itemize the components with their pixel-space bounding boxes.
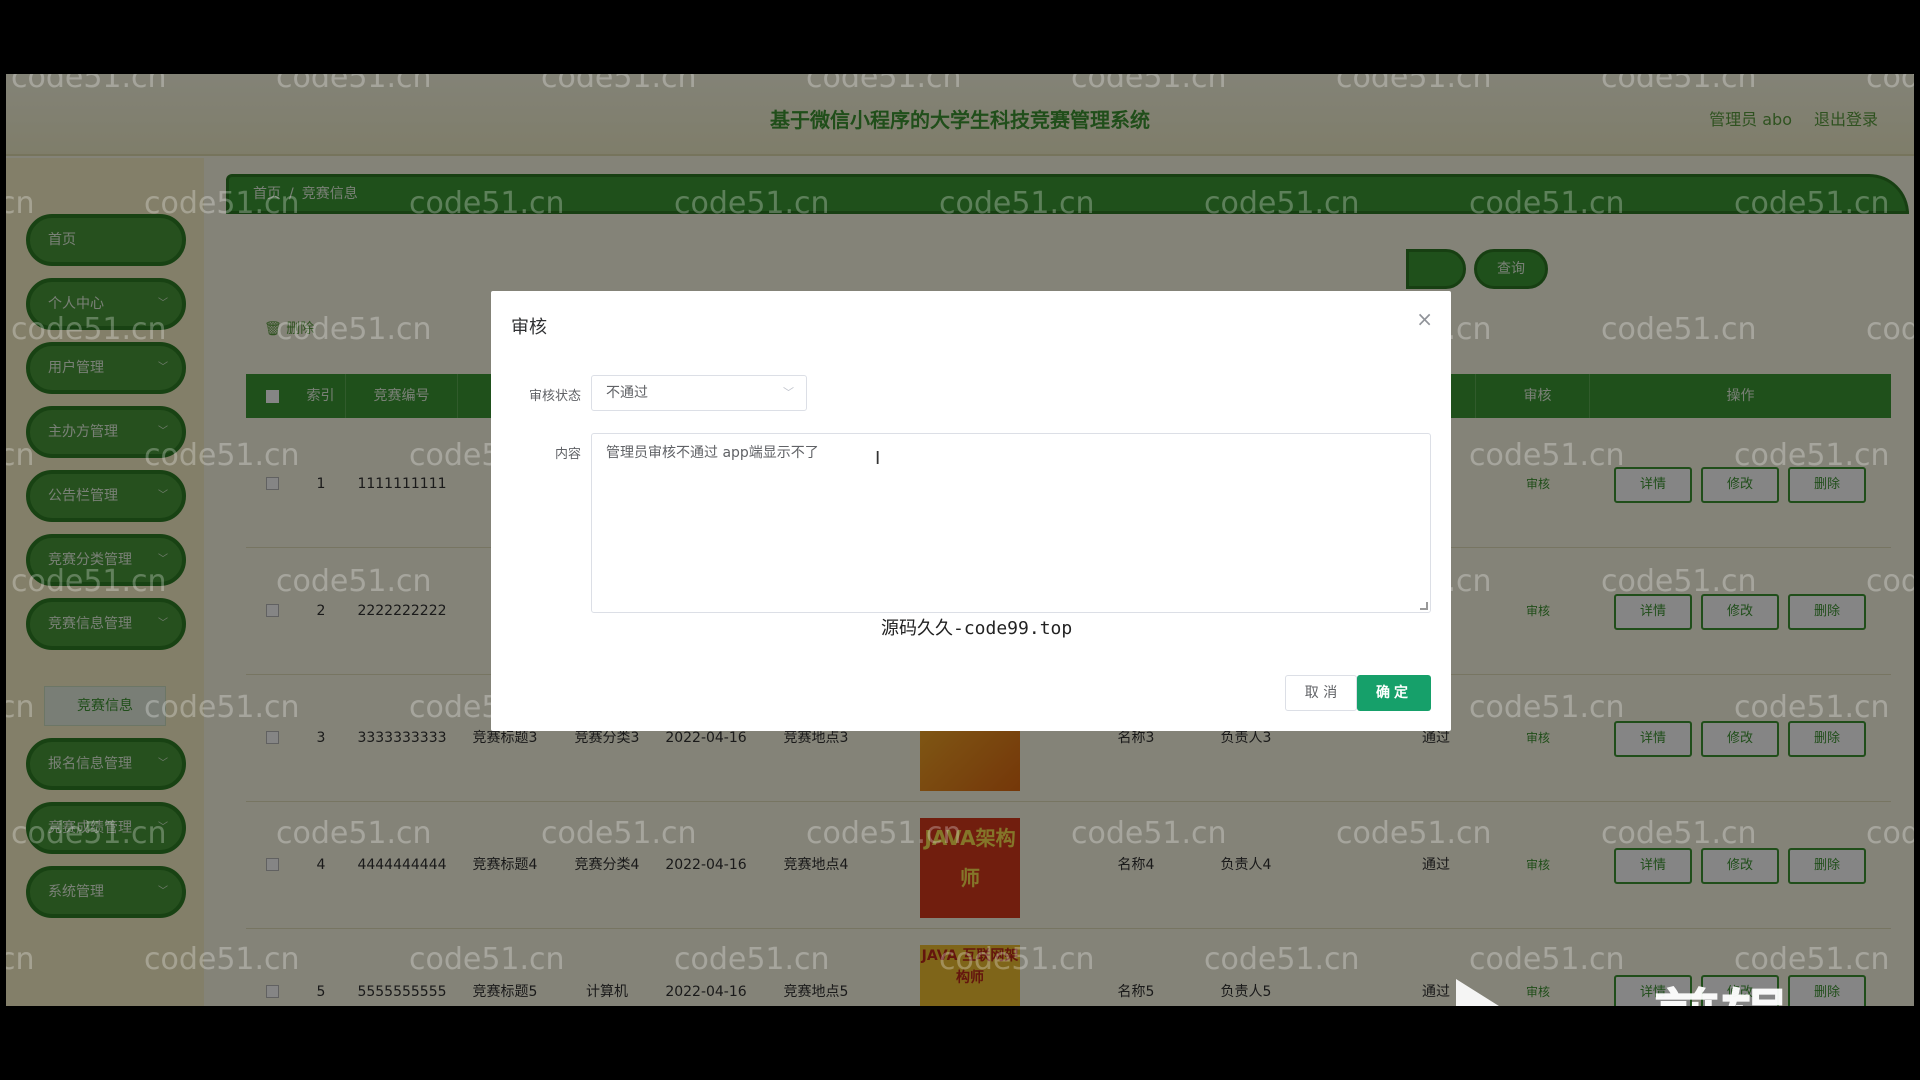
watermark-text: code51.cn	[1204, 186, 1360, 221]
watermark-text: code51.cn	[1866, 312, 1914, 347]
watermark-text: code51.cn	[144, 690, 300, 725]
watermark-text: code51.cn	[806, 74, 962, 95]
watermark-text: code51.cn	[6, 438, 35, 473]
watermark-text: code51.cn	[674, 186, 830, 221]
watermark-text: code51.cn	[276, 74, 432, 95]
watermark-text: code51.cn	[409, 942, 565, 977]
watermark-text: code51.cn	[144, 438, 300, 473]
watermark-text: code51.cn	[1734, 942, 1890, 977]
watermark-text: code51.cn	[11, 312, 167, 347]
watermark-text: code51.cn	[11, 564, 167, 599]
watermark-text: code51.cn	[1071, 816, 1227, 851]
watermark-text: code51.cn	[1071, 74, 1227, 95]
watermark-text: code51.cn	[11, 74, 167, 95]
play-icon	[1456, 979, 1526, 1006]
close-icon[interactable]: ×	[1416, 307, 1433, 331]
watermark-text: code51.cn	[1336, 816, 1492, 851]
audit-status-select[interactable]: 不通过 ﹀	[591, 375, 807, 411]
watermark-text: code51.cn	[806, 816, 962, 851]
content-text: 管理员审核不通过 app端显示不了	[606, 445, 819, 461]
ev-logo-text: ev剪辑	[1562, 979, 1788, 1006]
watermark-text: code51.cn	[1734, 438, 1890, 473]
watermark-text: code51.cn	[144, 942, 300, 977]
audit-status-label: 审核状态	[528, 389, 581, 404]
watermark-text: code51.cn	[1601, 564, 1757, 599]
watermark-text: code51.cn	[276, 312, 432, 347]
watermark-text: code51.cn	[1866, 74, 1914, 95]
text-cursor-icon: I	[875, 448, 881, 469]
watermark-text: code51.cn	[144, 186, 300, 221]
watermark-text: code51.cn	[1469, 438, 1625, 473]
audit-status-value: 不通过	[606, 385, 648, 401]
content-label: 内容	[554, 447, 581, 462]
chevron-down-icon: ﹀	[783, 386, 794, 399]
watermark-text: code51.cn	[1734, 186, 1890, 221]
dialog-title: 审核	[511, 317, 547, 338]
audit-dialog: 审核 × 审核状态 不通过 ﹀ 内容 管理员审核不通过 app端显示不了 I 源…	[491, 291, 1451, 731]
watermark-text: code51.cn	[276, 564, 432, 599]
watermark-text: code51.cn	[1601, 74, 1757, 95]
watermark-text: code51.cn	[409, 186, 565, 221]
watermark-text: code51.cn	[1601, 312, 1757, 347]
watermark-text: code51.cn	[1601, 816, 1757, 851]
watermark-text: code51.cn	[6, 186, 35, 221]
watermark-text: code51.cn	[6, 690, 35, 725]
watermark-text: code51.cn	[6, 942, 35, 977]
content-textarea[interactable]: 管理员审核不通过 app端显示不了	[591, 433, 1431, 613]
watermark-text: code51.cn	[276, 816, 432, 851]
admin-app: 基于微信小程序的大学生科技竞赛管理系统 管理员 abo 退出登录 首页 个人中心…	[6, 74, 1914, 1006]
watermark-text: code51.cn	[541, 74, 697, 95]
watermark-text: code51.cn	[1469, 186, 1625, 221]
ev-editor-logo: ev剪辑	[1456, 979, 1836, 1006]
watermark-text: code51.cn	[1866, 816, 1914, 851]
video-frame: 基于微信小程序的大学生科技竞赛管理系统 管理员 abo 退出登录 首页 个人中心…	[0, 0, 1920, 1080]
source-watermark-text: 源码久久-code99.top	[881, 618, 1073, 639]
watermark-text: code51.cn	[541, 816, 697, 851]
watermark-text: code51.cn	[1204, 942, 1360, 977]
watermark-text: code51.cn	[1469, 690, 1625, 725]
watermark-text: code51.cn	[1866, 564, 1914, 599]
watermark-text: code51.cn	[939, 186, 1095, 221]
watermark-text: code51.cn	[939, 942, 1095, 977]
watermark-text: code51.cn	[1469, 942, 1625, 977]
confirm-button[interactable]: 确定	[1357, 675, 1431, 711]
watermark-text: code51.cn	[1336, 74, 1492, 95]
watermark-text: code51.cn	[674, 942, 830, 977]
watermark-text: code51.cn	[11, 816, 167, 851]
watermark-text: code51.cn	[1734, 690, 1890, 725]
resize-handle[interactable]	[1420, 602, 1428, 610]
cancel-button[interactable]: 取 消	[1285, 675, 1357, 711]
